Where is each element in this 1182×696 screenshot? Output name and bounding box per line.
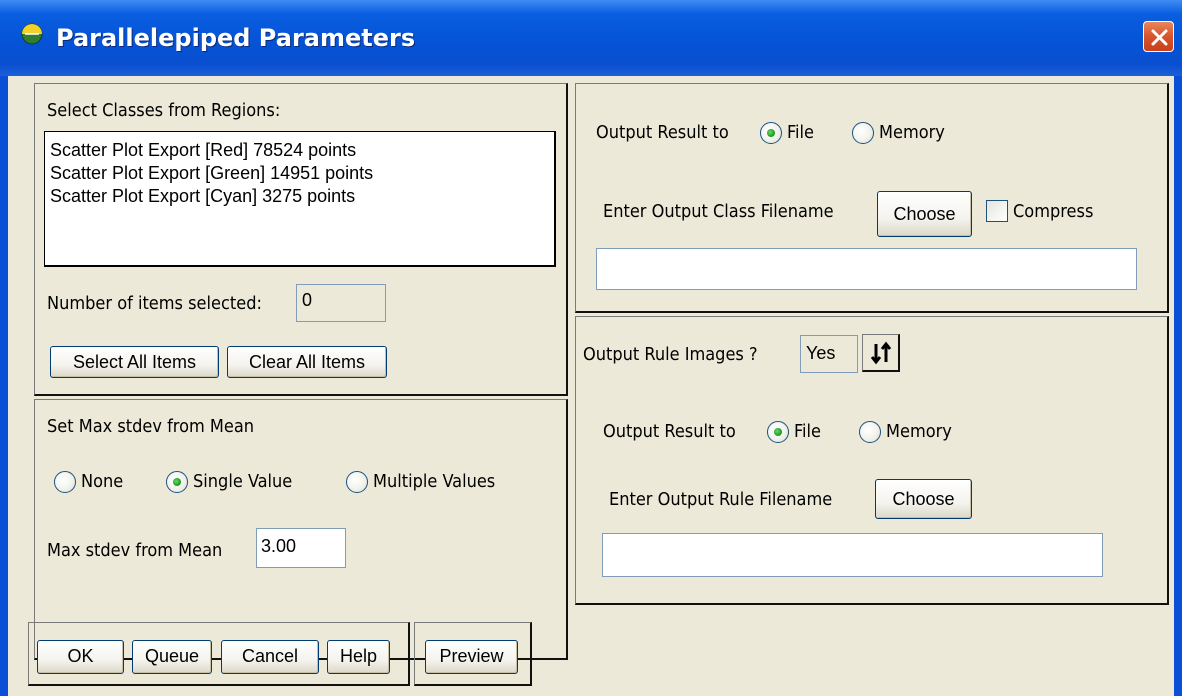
rule-filename-label: Enter Output Rule Filename <box>609 489 833 510</box>
rule-output-file-label: File <box>794 421 821 442</box>
swap-arrows-icon <box>870 341 892 365</box>
max-stdev-label: Max stdev from Mean <box>47 540 223 561</box>
rule-output-memory-radio[interactable] <box>859 421 881 443</box>
window-title: Parallelepiped Parameters <box>56 24 416 52</box>
rule-images-label: Output Rule Images ? <box>583 344 758 365</box>
max-stdev-input[interactable]: 3.00 <box>256 528 346 568</box>
queue-button[interactable]: Queue <box>132 640 212 674</box>
rule-output-memory-label: Memory <box>886 421 952 442</box>
class-filename-label: Enter Output Class Filename <box>603 201 834 222</box>
single-value-label: Single Value <box>193 471 293 492</box>
title-bar[interactable]: Parallelepiped Parameters <box>0 0 1182 76</box>
rule-output-file-radio[interactable] <box>767 421 789 443</box>
output-file-radio[interactable] <box>760 122 782 144</box>
preview-button-group: Preview <box>414 622 532 686</box>
cancel-button[interactable]: Cancel <box>221 640 319 674</box>
none-label: None <box>81 471 124 492</box>
class-filename-input[interactable] <box>596 248 1137 290</box>
output-file-label: File <box>787 122 814 143</box>
items-selected-count: 0 <box>296 284 386 322</box>
output-result-label: Output Result to <box>596 122 729 143</box>
list-item[interactable]: Scatter Plot Export [Cyan] 3275 points <box>50 185 355 207</box>
select-all-button[interactable]: Select All Items <box>50 346 219 378</box>
rule-output-result-label: Output Result to <box>603 421 736 442</box>
list-item[interactable]: Scatter Plot Export [Red] 78524 points <box>50 139 356 161</box>
multiple-values-radio[interactable] <box>346 471 368 493</box>
compress-label: Compress <box>1013 201 1094 222</box>
output-rule-panel: Output Rule Images ? Yes Output Result t… <box>575 316 1169 605</box>
dialog-client-area: Select Classes from Regions: Scatter Plo… <box>8 76 1174 696</box>
choose-class-file-button[interactable]: Choose <box>877 191 972 237</box>
output-memory-label: Memory <box>879 122 945 143</box>
items-selected-label: Number of items selected: <box>47 293 262 314</box>
classes-panel: Select Classes from Regions: Scatter Plo… <box>34 83 568 396</box>
output-class-panel: Output Result to File Memory Enter Outpu… <box>575 83 1169 313</box>
class-list[interactable]: Scatter Plot Export [Red] 78524 points S… <box>44 131 556 267</box>
stdev-panel: Set Max stdev from Mean None Single Valu… <box>34 399 568 660</box>
ok-button[interactable]: OK <box>37 640 124 674</box>
classes-heading: Select Classes from Regions: <box>47 100 281 121</box>
preview-button[interactable]: Preview <box>425 640 518 674</box>
rule-images-value: Yes <box>800 335 858 373</box>
stdev-heading: Set Max stdev from Mean <box>47 416 255 437</box>
compress-checkbox[interactable] <box>986 200 1008 222</box>
output-memory-radio[interactable] <box>852 122 874 144</box>
footer-button-group: OK Queue Cancel Help <box>28 622 410 686</box>
help-button[interactable]: Help <box>327 640 390 674</box>
choose-rule-file-button[interactable]: Choose <box>875 479 972 519</box>
rule-filename-input[interactable] <box>602 533 1103 577</box>
rule-images-toggle-button[interactable] <box>862 334 900 372</box>
multiple-values-label: Multiple Values <box>373 471 496 492</box>
list-item[interactable]: Scatter Plot Export [Green] 14951 points <box>50 162 373 184</box>
envi-app-icon <box>21 23 43 45</box>
close-button[interactable] <box>1143 21 1174 52</box>
close-x-icon <box>1151 29 1168 46</box>
none-radio[interactable] <box>54 471 76 493</box>
dialog-window: Parallelepiped Parameters Select Classes… <box>0 0 1182 696</box>
single-value-radio[interactable] <box>166 471 188 493</box>
clear-all-button[interactable]: Clear All Items <box>227 346 387 378</box>
